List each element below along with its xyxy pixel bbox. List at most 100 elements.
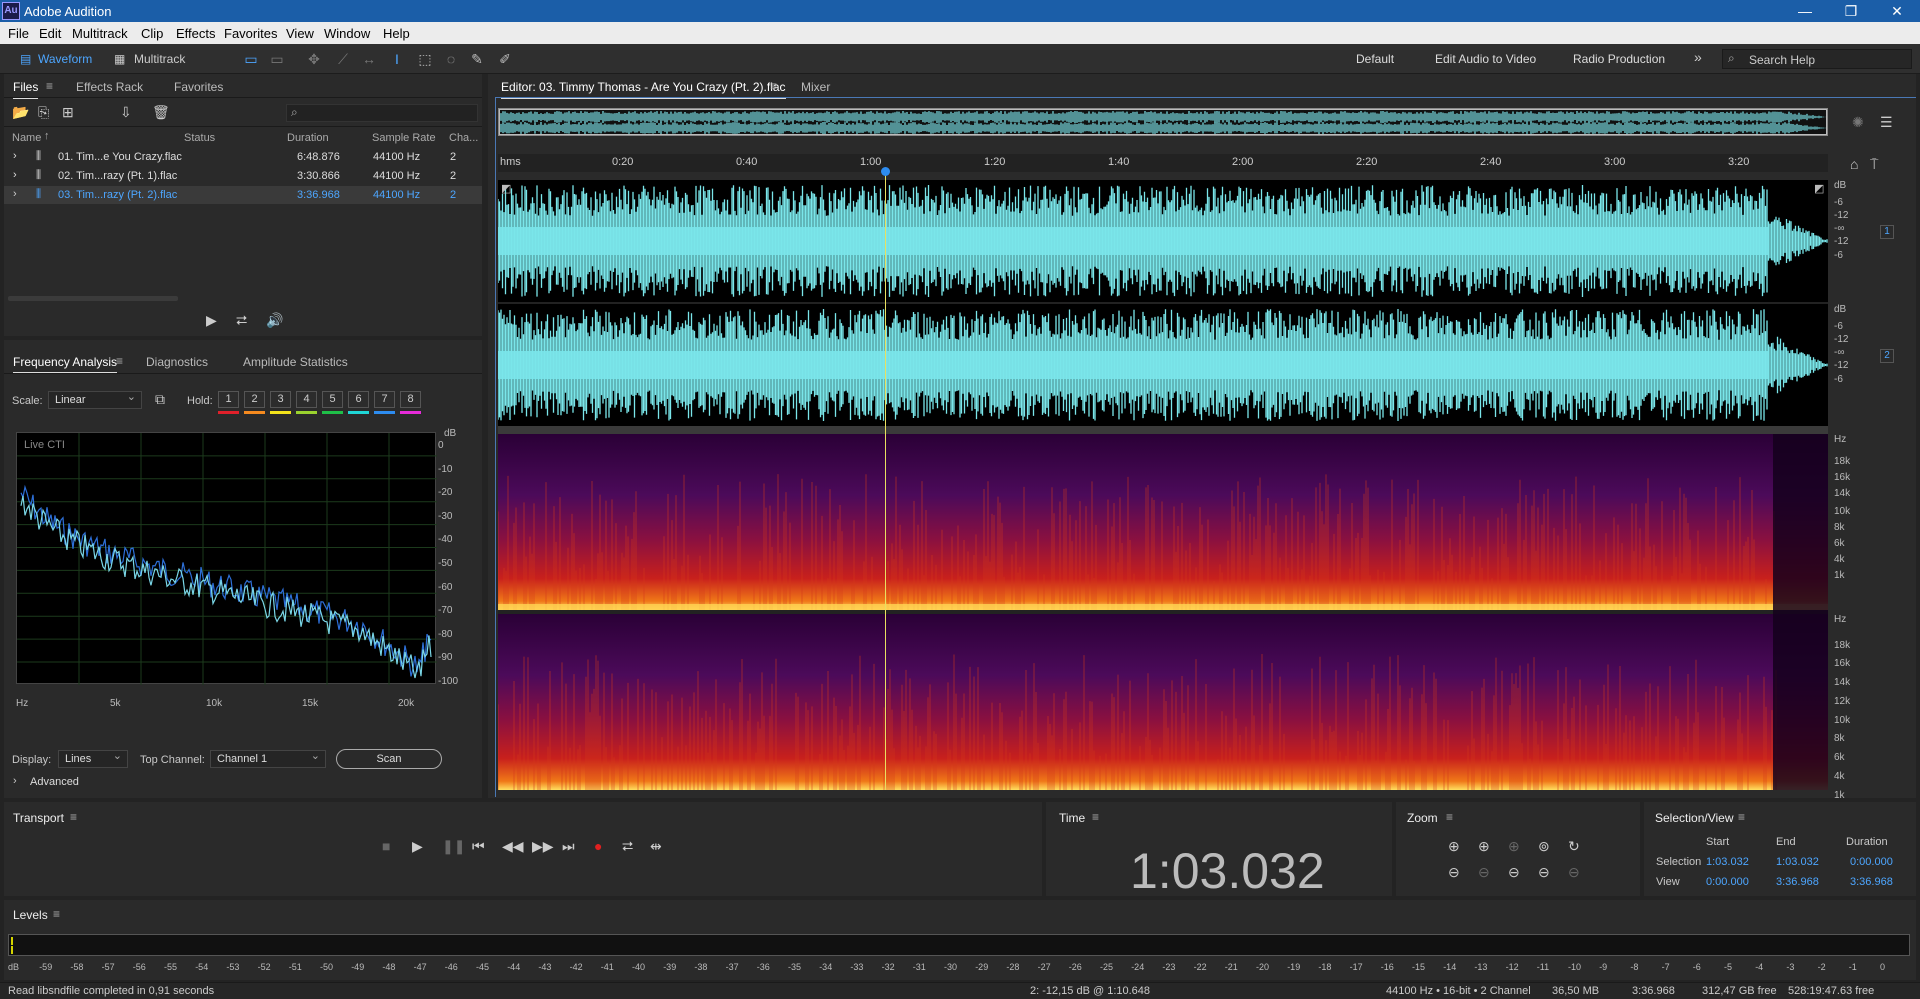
selection-end[interactable]: 1:03.032 [1776,856,1819,868]
panel-menu-icon[interactable]: ≡ [1446,810,1453,824]
marquee-tool-icon[interactable]: ⬚ [416,50,434,68]
top-channel-dropdown[interactable]: Channel 1 [210,748,326,768]
workspace-default[interactable]: Default [1356,52,1394,66]
waveform-display[interactable]: ◩ ◩ [498,180,1828,426]
loop-icon[interactable]: ⮂ [236,312,247,329]
hold-button-6[interactable]: 6 [348,391,369,408]
delete-icon[interactable]: 🗑 [152,104,170,121]
expand-icon[interactable]: › [13,169,17,181]
marker-icon[interactable]: ⍑ [1870,156,1878,173]
timeline-ruler[interactable]: hms 0:20 0:40 1:00 1:20 1:40 2:00 2:20 2:40 3:00 3… [498,154,1828,172]
auto-play-icon[interactable]: 🔊 [266,312,283,329]
overview-navigator[interactable] [498,108,1828,136]
zoom-reset-icon[interactable]: ↻ [1568,838,1580,855]
hold-button-5[interactable]: 5 [322,391,343,408]
zoom-to-fit-icon[interactable]: ✺ [1852,114,1864,131]
menu-edit[interactable]: Edit [39,26,61,41]
column-name[interactable]: Name [12,132,41,144]
files-search-input[interactable]: ⌕ [286,104,478,122]
move-tool-icon[interactable]: ✥ [305,50,323,68]
close-icon[interactable]: ✕ [1874,0,1920,22]
ripple-icon[interactable]: ⌂ [1850,156,1858,172]
zoom-out-time-icon[interactable]: ⊖ [1478,864,1490,881]
tab-amplitude-statistics[interactable]: Amplitude Statistics [243,355,348,369]
tab-mixer[interactable]: Mixer [801,80,830,94]
expand-icon[interactable]: › [13,188,17,200]
copy-icon[interactable]: ⧉ [155,391,165,408]
column-channels[interactable]: Cha... [449,132,478,144]
selection-duration[interactable]: 0:00.000 [1850,856,1893,868]
more-workspaces-icon[interactable]: » [1694,49,1702,65]
advanced-toggle[interactable]: Advanced [30,776,79,788]
overview-menu-icon[interactable]: ☰ [1880,114,1893,131]
panel-menu-icon[interactable]: ≡ [53,907,60,921]
stop-icon[interactable]: ■ [382,838,390,854]
hold-button-4[interactable]: 4 [296,391,317,408]
skip-to-start-icon[interactable]: ⏮ [472,838,485,855]
panel-menu-icon[interactable]: ≡ [46,79,53,93]
razor-tool-icon[interactable]: ⟋ [334,50,352,68]
zoom-left-edge-icon[interactable]: ⊖ [1508,864,1520,881]
resize-icon[interactable]: ◩ [1814,182,1824,195]
zoom-in-amplitude-icon[interactable]: ⊕ [1448,838,1460,855]
scale-dropdown[interactable]: Linear [48,389,142,409]
hold-button-2[interactable]: 2 [244,391,265,408]
channel-badge[interactable]: 2 [1880,349,1894,363]
minimize-icon[interactable]: — [1782,0,1828,22]
rewind-icon[interactable]: ◀◀ [502,838,524,855]
brush-tool-icon[interactable]: ✎ [468,50,486,68]
waveform-view-button[interactable]: ▤ Waveform [14,47,104,71]
slip-tool-icon[interactable]: ↔ [360,50,378,68]
panel-menu-icon[interactable]: ≡ [1738,810,1745,824]
panel-menu-icon[interactable]: ≡ [70,810,77,824]
zoom-out-amplitude-icon[interactable]: ⊖ [1448,864,1460,881]
tab-editor[interactable]: Editor: 03. Timmy Thomas - Are You Crazy… [501,80,786,99]
view-divider[interactable] [498,426,1828,434]
fast-forward-icon[interactable]: ▶▶ [532,838,554,855]
zoom-full-icon[interactable]: ⊖ [1568,864,1580,881]
view-end[interactable]: 3:36.968 [1776,876,1819,888]
view-duration[interactable]: 3:36.968 [1850,876,1893,888]
new-file-icon[interactable]: ⊞ [62,104,74,121]
expand-icon[interactable]: › [13,150,17,162]
menu-favorites[interactable]: Favorites [224,26,277,41]
resize-icon[interactable]: ◩ [501,182,511,195]
menu-clip[interactable]: Clip [141,26,163,41]
channel-badge[interactable]: 1 [1880,225,1894,239]
hold-button-7[interactable]: 7 [374,391,395,408]
menu-window[interactable]: Window [324,26,370,41]
time-selection-tool-icon[interactable]: I [388,50,406,68]
zoom-in-point-icon[interactable]: ⊕ [1508,838,1520,855]
record-icon[interactable]: ● [594,838,602,854]
column-status[interactable]: Status [184,132,215,144]
tab-frequency-analysis[interactable]: Frequency Analysis [13,355,118,374]
panel-menu-icon[interactable]: ≡ [116,354,123,368]
workspace-edit-audio-to-video[interactable]: Edit Audio to Video [1435,52,1536,66]
tab-diagnostics[interactable]: Diagnostics [146,355,208,369]
multitrack-view-button[interactable]: ▦ Multitrack [110,47,200,71]
playhead-handle[interactable] [881,167,890,176]
playhead[interactable] [885,174,886,790]
play-icon[interactable]: ▶ [412,838,423,855]
spot-healing-icon[interactable]: ✐ [496,50,514,68]
zoom-right-edge-icon[interactable]: ⊖ [1538,864,1550,881]
file-row[interactable]: › ⫼ 01. Tim...e You Crazy.flac 6:48.876 … [4,148,482,166]
insert-into-multitrack-icon[interactable]: ⇩ [120,104,132,121]
play-icon[interactable]: ▶ [206,312,217,329]
menu-help[interactable]: Help [383,26,410,41]
zoom-selection-icon[interactable]: ⊚ [1538,838,1550,855]
spectral-display[interactable] [498,434,1828,790]
loop-playback-icon[interactable]: ⮂ [622,838,633,855]
hold-button-8[interactable]: 8 [400,391,421,408]
column-sample-rate[interactable]: Sample Rate [372,132,436,144]
tab-files[interactable]: Files [13,80,39,99]
menu-effects[interactable]: Effects [176,26,216,41]
menu-multitrack[interactable]: Multitrack [72,26,128,41]
menu-view[interactable]: View [286,26,314,41]
restore-icon[interactable]: ❐ [1828,0,1874,22]
lasso-tool-icon[interactable]: ◌ [442,50,460,68]
selection-start[interactable]: 1:03.032 [1706,856,1749,868]
panel-menu-icon[interactable]: ≡ [770,79,777,93]
hold-button-1[interactable]: 1 [218,391,239,408]
open-file-icon[interactable]: 📂 [12,104,29,121]
